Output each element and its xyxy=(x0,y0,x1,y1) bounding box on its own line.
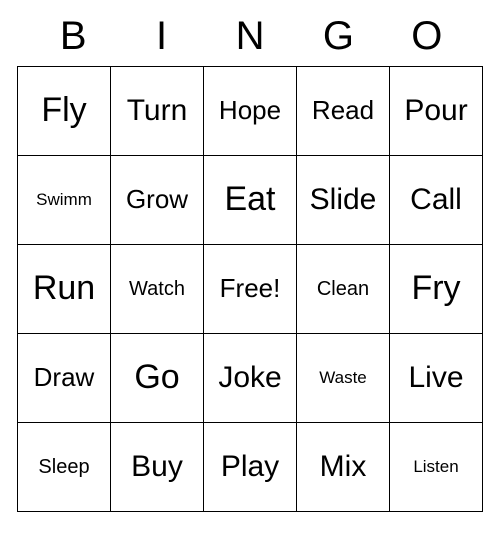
bingo-cell[interactable]: Draw xyxy=(17,333,111,423)
bingo-cell-label: Swimm xyxy=(36,190,92,210)
bingo-cell[interactable]: Mix xyxy=(296,422,390,512)
bingo-cell-label: Slide xyxy=(309,183,377,217)
bingo-cell[interactable]: Grow xyxy=(110,155,204,245)
bingo-grid: Fly Turn Hope Read Pour Swimm Grow Eat S… xyxy=(17,66,483,512)
bingo-cell[interactable]: Eat xyxy=(203,155,297,245)
bingo-cell-label: Draw xyxy=(33,362,95,393)
bingo-header-letter-g: G xyxy=(322,14,354,58)
bingo-row: Draw Go Joke Waste Live xyxy=(17,333,483,423)
bingo-cell-label: Clean xyxy=(316,277,370,300)
bingo-cell[interactable]: Fry xyxy=(389,244,483,334)
bingo-cell-label: Joke xyxy=(218,361,282,395)
bingo-cell[interactable]: Buy xyxy=(110,422,204,512)
bingo-header-letter-b: B xyxy=(59,14,87,58)
bingo-cell-label: Hope xyxy=(218,95,282,126)
bingo-cell[interactable]: Sleep xyxy=(17,422,111,512)
bingo-cell[interactable]: Swimm xyxy=(17,155,111,245)
bingo-cell-label: Watch xyxy=(129,277,185,300)
bingo-row: Fly Turn Hope Read Pour xyxy=(17,66,483,156)
bingo-cell-label: Listen xyxy=(413,457,459,477)
bingo-cell[interactable]: Hope xyxy=(203,66,297,156)
bingo-cell-label: Buy xyxy=(131,450,183,484)
bingo-cell[interactable]: Run xyxy=(17,244,111,334)
bingo-cell-label: Turn xyxy=(126,94,188,128)
bingo-cell[interactable]: Joke xyxy=(203,333,297,423)
bingo-row: Sleep Buy Play Mix Listen xyxy=(17,422,483,512)
bingo-cell[interactable]: Listen xyxy=(389,422,483,512)
bingo-cell[interactable]: Fly xyxy=(17,66,111,156)
bingo-cell[interactable]: Call xyxy=(389,155,483,245)
bingo-header: B I N G O xyxy=(29,0,471,66)
bingo-cell-label: Mix xyxy=(319,450,367,484)
bingo-cell-free[interactable]: Free! xyxy=(203,244,297,334)
bingo-cell-label: Read xyxy=(311,95,375,126)
bingo-header-letter-n: N xyxy=(235,14,265,58)
bingo-header-letter-o: O xyxy=(411,14,443,58)
bingo-cell[interactable]: Turn xyxy=(110,66,204,156)
bingo-cell[interactable]: Go xyxy=(110,333,204,423)
bingo-cell[interactable]: Play xyxy=(203,422,297,512)
bingo-cell-label: Sleep xyxy=(38,455,90,478)
bingo-cell[interactable]: Slide xyxy=(296,155,390,245)
bingo-cell-label: Play xyxy=(220,450,280,484)
bingo-cell[interactable]: Waste xyxy=(296,333,390,423)
bingo-row: Swimm Grow Eat Slide Call xyxy=(17,155,483,245)
bingo-cell-label: Waste xyxy=(319,368,367,388)
bingo-cell-label: Grow xyxy=(125,184,189,215)
bingo-cell[interactable]: Watch xyxy=(110,244,204,334)
bingo-cell-label: Fry xyxy=(411,269,461,308)
bingo-cell[interactable]: Live xyxy=(389,333,483,423)
bingo-cell-label: Fly xyxy=(41,91,87,130)
bingo-cell-label: Free! xyxy=(219,273,281,304)
bingo-row: Run Watch Free! Clean Fry xyxy=(17,244,483,334)
bingo-cell[interactable]: Clean xyxy=(296,244,390,334)
bingo-cell-label: Call xyxy=(410,183,462,217)
bingo-cell-label: Run xyxy=(32,269,96,308)
bingo-cell-label: Go xyxy=(134,358,180,397)
bingo-cell-label: Live xyxy=(408,361,464,395)
bingo-cell[interactable]: Pour xyxy=(389,66,483,156)
bingo-cell-label: Pour xyxy=(404,94,468,128)
bingo-card: B I N G O Fly Turn Hope Read Pour Swimm … xyxy=(0,0,500,544)
bingo-cell-label: Eat xyxy=(224,180,276,219)
bingo-header-letter-i: I xyxy=(156,14,168,58)
bingo-cell[interactable]: Read xyxy=(296,66,390,156)
